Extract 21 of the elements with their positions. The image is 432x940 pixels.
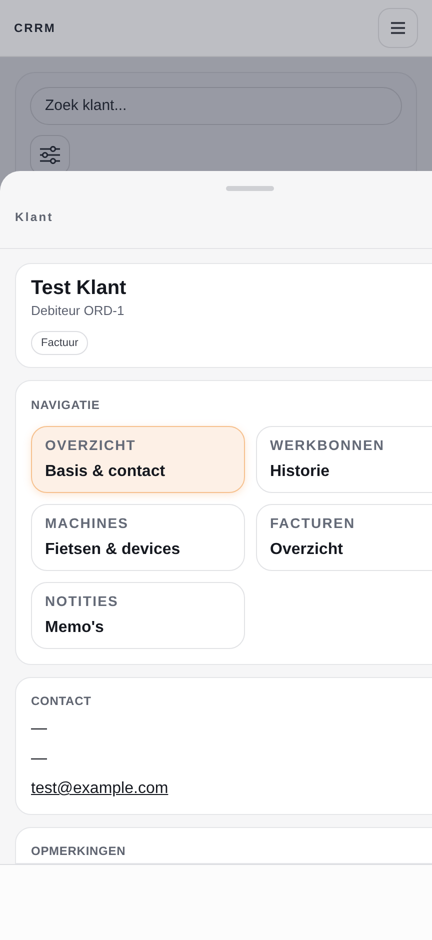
nav-tile[interactable]: NOTITIES Memo's <box>31 582 245 649</box>
search-field[interactable]: Zoek klant... <box>30 87 402 125</box>
nav-tile[interactable]: OVERZICHT Basis & contact <box>31 426 245 493</box>
email-link[interactable]: test@example.com <box>31 778 168 800</box>
contact-value: — <box>31 719 47 739</box>
sliders-icon <box>39 146 61 164</box>
contact-value: — <box>31 749 47 769</box>
section-heading: NAVIGATIE <box>31 397 101 414</box>
section-heading: OPMERKINGEN <box>31 843 127 860</box>
nav-tile[interactable]: MACHINES Fietsen & devices <box>31 504 245 571</box>
menu-button[interactable] <box>378 8 418 48</box>
section-heading: CONTACT <box>31 693 92 710</box>
nav-tile[interactable]: WERKBONNEN Historie <box>256 426 432 493</box>
sheet-title: Klant <box>15 209 54 226</box>
tag: Factuur <box>31 330 88 355</box>
drag-handle[interactable] <box>226 186 274 191</box>
menu-icon <box>391 22 405 34</box>
customer-name: Test Klant <box>31 276 128 300</box>
app-title: CRRM <box>14 20 56 37</box>
nav-tile[interactable]: FACTUREN Overzicht <box>256 504 432 571</box>
customer-subtitle: Debiteur ORD-1 <box>31 302 126 320</box>
